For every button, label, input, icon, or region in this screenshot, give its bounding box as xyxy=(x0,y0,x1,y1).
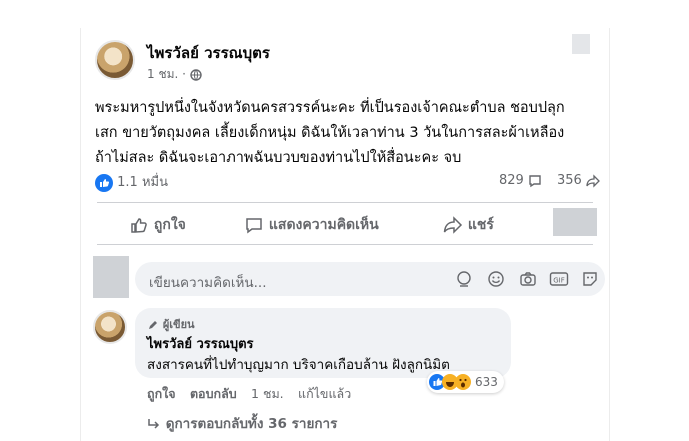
post-meta: 1 ชม. · xyxy=(147,65,202,84)
author-badge: ผู้เขียน xyxy=(147,315,195,333)
wow-reaction-icon xyxy=(455,374,471,390)
sticker-icon[interactable] xyxy=(581,270,599,288)
viewer-avatar xyxy=(93,256,129,298)
divider xyxy=(97,244,593,245)
post-text-line: เสก ขายวัตถุมงคล เลี้ยงเด็กหนุ่ม ดิฉันให… xyxy=(95,125,565,141)
author-avatar[interactable] xyxy=(95,40,135,80)
comment-text: สงสารคนที่ไปทำบุญมาก บริจาคเกือบล้าน ฝัง… xyxy=(147,357,450,373)
post-text-line: ถ้าไม่สละ ดิฉันจะเอาภาพฉันบวบของท่านไปให… xyxy=(95,150,462,166)
post-text-line: พระมหารูปหนึ่งในจังหวัดนครสวรรค์นะคะ ที่… xyxy=(95,100,565,116)
camera-icon[interactable] xyxy=(519,270,537,288)
dot-separator: · xyxy=(182,67,186,81)
comment-bubble: ผู้เขียน ไพรวัลย์ วรรณบุตร สงสารคนที่ไปท… xyxy=(135,308,511,378)
pencil-icon xyxy=(149,321,157,329)
post-author[interactable]: ไพรวัลย์ วรรณบุตร xyxy=(147,41,270,65)
share-button[interactable]: แชร์ xyxy=(443,214,494,236)
comment-label: แสดงความคิดเห็น xyxy=(268,217,379,233)
thumbs-up-icon xyxy=(131,218,147,233)
share-arrow-icon xyxy=(586,173,600,188)
svg-text:GIF: GIF xyxy=(553,277,565,285)
avatar-sticker-icon[interactable] xyxy=(455,270,473,288)
comment-reaction-count: 633 xyxy=(475,375,498,389)
comment-placeholder: เขียนความคิดเห็น... xyxy=(149,275,267,291)
post-text: พระมหารูปหนึ่งในจังหวัดนครสวรรค์นะคะ ที่… xyxy=(95,96,603,171)
share-count: 356 xyxy=(557,173,582,188)
comment-actions: ถูกใจ ตอบกลับ 1 ชม. แก้ไขแล้ว xyxy=(147,384,351,404)
post-card: ไพรวัลย์ วรรณบุตร 1 ชม. · พระมหารูปหนึ่ง… xyxy=(80,28,610,441)
comment-time[interactable]: 1 ชม. xyxy=(251,386,284,401)
comment-author[interactable]: ไพรวัลย์ วรรณบุตร xyxy=(147,333,254,354)
comment-count-link[interactable]: 829 xyxy=(499,173,542,188)
comment-icon xyxy=(529,174,541,187)
like-button[interactable]: ถูกใจ xyxy=(129,214,186,236)
commenter-avatar[interactable] xyxy=(93,310,127,344)
more-options-icon[interactable] xyxy=(572,34,590,54)
view-replies-label: ดูการตอบกลับทั้ง 36 รายการ xyxy=(165,416,338,432)
globe-icon xyxy=(190,68,202,81)
reaction-count: 1.1 หมื่น xyxy=(117,175,168,190)
view-replies-link[interactable]: ดูการตอบกลับทั้ง 36 รายการ xyxy=(147,412,337,434)
reply-arrow-icon xyxy=(148,419,160,429)
share-icon xyxy=(443,216,463,234)
reaction-summary[interactable]: 1.1 หมื่น xyxy=(95,171,168,192)
speech-bubble-icon xyxy=(246,218,262,234)
emoji-icon[interactable] xyxy=(487,270,505,288)
gif-icon[interactable]: GIF xyxy=(549,270,569,288)
like-reaction-icon xyxy=(95,173,113,192)
comment-reactions[interactable]: 633 xyxy=(427,371,504,393)
divider xyxy=(97,202,593,203)
comment-like-button[interactable]: ถูกใจ xyxy=(147,386,176,401)
comment-button[interactable]: แสดงความคิดเห็น xyxy=(244,214,379,236)
author-badge-label: ผู้เขียน xyxy=(162,318,195,331)
post-time[interactable]: 1 ชม. xyxy=(147,67,178,81)
share-count-link[interactable]: 356 xyxy=(557,173,600,188)
comment-count: 829 xyxy=(499,173,524,188)
audience-selector[interactable] xyxy=(553,208,597,236)
like-label: ถูกใจ xyxy=(153,217,186,233)
share-label: แชร์ xyxy=(467,217,494,233)
comment-input[interactable]: เขียนความคิดเห็น... GIF xyxy=(135,262,605,296)
comment-reply-button[interactable]: ตอบกลับ xyxy=(190,386,237,401)
comment-edited-label[interactable]: แก้ไขแล้ว xyxy=(298,386,351,401)
